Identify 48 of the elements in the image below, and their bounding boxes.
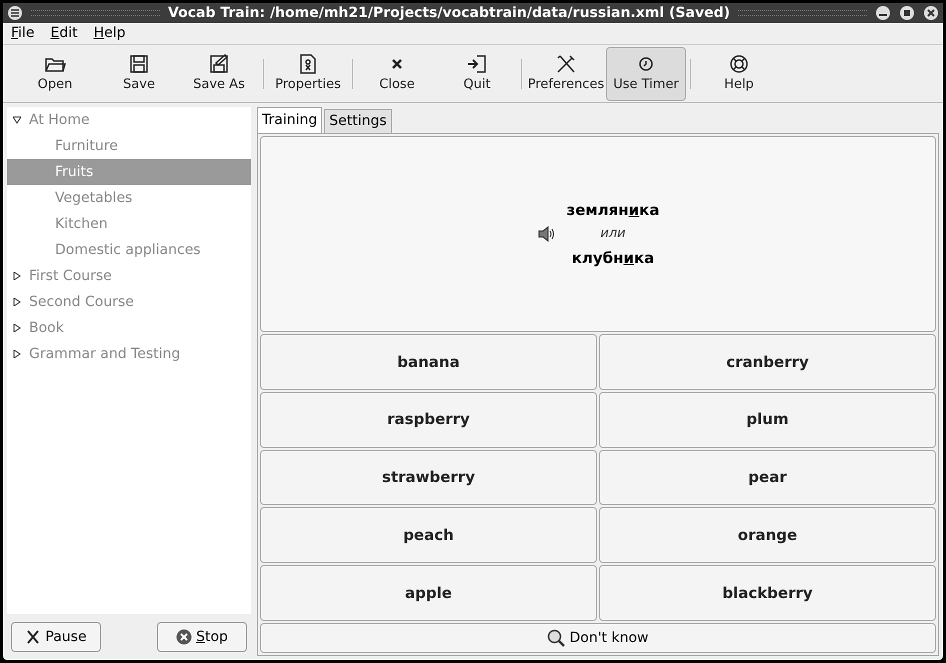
speaker-icon[interactable] [536, 225, 555, 243]
scissors-icon [25, 629, 42, 645]
tab[interactable]: Training [257, 107, 322, 133]
answer-button[interactable]: strawberry [260, 450, 597, 506]
stop-icon [176, 629, 192, 645]
answer-button[interactable]: cranberry [599, 334, 936, 390]
answer-button[interactable]: pear [599, 450, 936, 506]
toolbar-button[interactable]: Help [695, 46, 783, 100]
window-menu-icon[interactable] [7, 5, 23, 21]
toolbar-button[interactable]: Close [357, 46, 437, 100]
floppy-pencil-icon [208, 52, 230, 75]
tab[interactable]: Settings [324, 109, 392, 133]
pause-button[interactable]: Pause [11, 622, 101, 652]
answer-button[interactable]: orange [599, 507, 936, 564]
toolbar-button[interactable]: Use Timer [606, 46, 686, 100]
menu-item[interactable]: File [11, 23, 34, 44]
expanded-triangle-icon[interactable] [13, 116, 21, 124]
answer-button[interactable]: raspberry [260, 392, 597, 448]
answer-button[interactable]: banana [260, 334, 597, 390]
close-icon[interactable] [923, 5, 940, 21]
answer-button[interactable]: blackberry [599, 565, 936, 621]
collapsed-triangle-icon[interactable] [13, 350, 21, 358]
menu-item[interactable]: Edit [50, 23, 78, 44]
toolbar-button[interactable]: Open [11, 46, 99, 100]
exit-door-icon [466, 52, 488, 75]
or-word: или [600, 225, 626, 244]
toolbar-button[interactable]: Preferences [526, 46, 606, 100]
tools-icon [555, 52, 577, 75]
magnifier-icon [547, 629, 566, 647]
stop-button[interactable]: Stop [157, 622, 247, 652]
toolbar-button[interactable]: Save As [179, 46, 259, 100]
russian-word: земляника [566, 200, 660, 221]
lifebuoy-icon [728, 52, 750, 75]
toolbar-button[interactable]: Save [99, 46, 179, 100]
collapsed-triangle-icon[interactable] [13, 298, 21, 306]
dont-know-button[interactable]: Don't know [260, 623, 936, 653]
russian-word: клубника [572, 248, 654, 269]
toolbar-button[interactable]: Quit [437, 46, 517, 100]
collapsed-triangle-icon[interactable] [13, 324, 21, 332]
answer-button[interactable]: peach [260, 507, 597, 564]
collapsed-triangle-icon[interactable] [13, 272, 21, 280]
window-title: Vocab Train: /home/mh21/Projects/vocabtrain/data/russian.xml (Saved) [168, 4, 730, 22]
menu-item[interactable]: Help [94, 23, 126, 44]
maximize-icon[interactable] [899, 5, 916, 21]
minimize-icon[interactable] [875, 5, 892, 21]
answer-button[interactable]: apple [260, 565, 597, 621]
toolbar-button[interactable]: Properties [268, 46, 348, 100]
answer-button[interactable]: plum [599, 392, 936, 448]
